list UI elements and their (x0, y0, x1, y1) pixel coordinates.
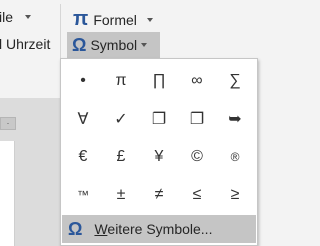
symbol-copyright[interactable]: © (178, 138, 216, 176)
symbol-for-all[interactable]: ∀ (64, 100, 102, 138)
symbol-pound[interactable]: £ (102, 138, 140, 176)
symbol-not-equal[interactable]: ≠ (140, 176, 178, 214)
symbol-registered[interactable]: ® (216, 138, 254, 176)
formel-button[interactable]: π Formel (73, 8, 153, 31)
symbol-less-equal[interactable]: ≤ (178, 176, 216, 214)
symbol-euro[interactable]: € (64, 138, 102, 176)
chevron-down-icon (25, 15, 32, 19)
left-partial-button-2[interactable]: l Uhrzeit (0, 36, 50, 52)
symbol-arrow[interactable]: ➥ (216, 100, 254, 138)
more-symbols-label-rest: eitere Symbole... (107, 221, 213, 237)
left-partial-label-2: l Uhrzeit (0, 36, 51, 52)
symbol-bullet[interactable]: • (64, 62, 102, 100)
symbol-pi[interactable]: π (102, 62, 140, 100)
symbol-greater-equal[interactable]: ≥ (216, 176, 254, 214)
left-partial-button-1[interactable]: ile (0, 9, 32, 25)
symbol-plus-minus[interactable]: ± (102, 176, 140, 214)
symbol-label: Symbol (90, 37, 138, 53)
formel-label: Formel (93, 11, 137, 28)
symbol-infinity[interactable]: ∞ (178, 62, 216, 100)
more-symbols-accel: W (94, 221, 108, 237)
pi-icon: π (73, 8, 89, 30)
symbol-sum[interactable]: ∑ (216, 62, 254, 100)
symbol-trademark[interactable]: ™ (64, 176, 102, 214)
ruler-tab[interactable]: · (0, 117, 16, 130)
symbol-yen[interactable]: ¥ (140, 138, 178, 176)
symbol-box-2[interactable]: ❐ (178, 100, 216, 138)
symbol-button[interactable]: Ω Symbol (67, 32, 160, 58)
symbol-box-1[interactable]: ❐ (140, 100, 178, 138)
left-partial-label-1: ile (0, 9, 14, 25)
symbol-grid: • π ∏ ∞ ∑ ∀ ✓ ❐ ❐ ➥ € £ ¥ © ® ™ ± ≠ ≤ ≥ (64, 62, 254, 212)
symbol-product[interactable]: ∏ (140, 62, 178, 100)
ribbon-separator (60, 4, 61, 60)
symbol-check[interactable]: ✓ (102, 100, 140, 138)
omega-icon: Ω (72, 34, 87, 55)
more-symbols-label: Weitere Symbole... (94, 221, 212, 237)
chevron-down-icon (146, 17, 153, 22)
chevron-down-icon (141, 43, 148, 47)
more-symbols-button[interactable]: Ω Weitere Symbole... (62, 215, 256, 243)
symbol-dropdown: • π ∏ ∞ ∑ ∀ ✓ ❐ ❐ ➥ € £ ¥ © ® ™ ± ≠ ≤ ≥ … (60, 58, 258, 246)
omega-icon: Ω (68, 218, 83, 239)
document-page[interactable] (0, 141, 15, 246)
